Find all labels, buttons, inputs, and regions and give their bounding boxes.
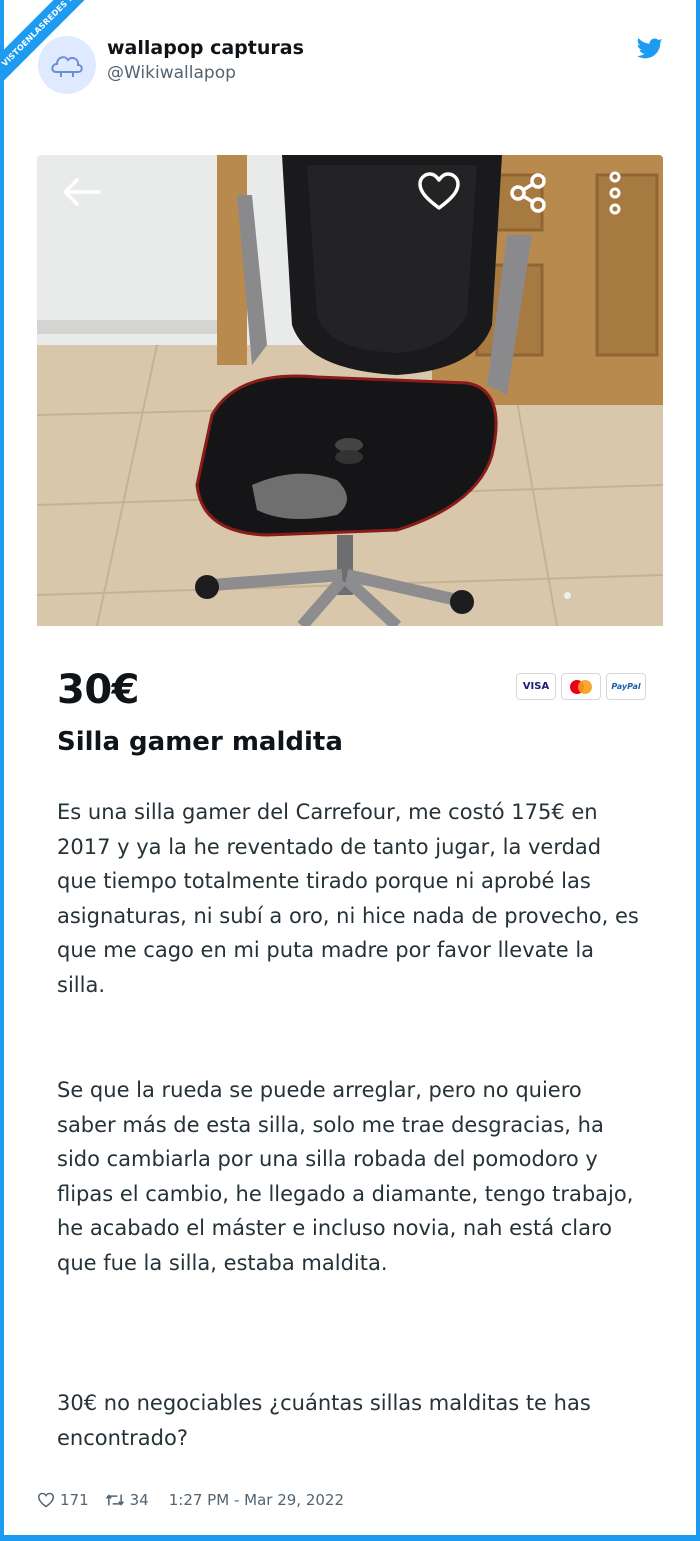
description-paragraph-2: Se que la rueda se puede arreglar, pero …	[57, 1078, 634, 1275]
heart-icon[interactable]	[417, 172, 461, 212]
arrow-left-icon[interactable]	[61, 177, 101, 207]
display-name[interactable]: wallapop capturas	[107, 37, 304, 59]
user-handle[interactable]: @Wikiwallapop	[107, 63, 236, 83]
listing-card: 30€ VISA PayPal Silla gamer maldita Es u…	[37, 155, 663, 1475]
twitter-bird-icon[interactable]	[637, 38, 663, 60]
chair-photo	[37, 155, 663, 626]
visa-label: VISA	[522, 681, 550, 692]
more-vertical-icon[interactable]	[605, 169, 625, 217]
share-icon[interactable]	[509, 173, 549, 213]
mastercard-icon	[570, 679, 592, 694]
retweet-count: 34	[129, 1491, 149, 1509]
description-paragraph-3: 30€ no negociables ¿cuántas sillas maldi…	[57, 1391, 591, 1450]
like-heart-icon[interactable]	[37, 1492, 55, 1508]
avatar[interactable]	[38, 36, 96, 94]
carousel-indicator[interactable]	[564, 592, 571, 599]
listing-price: 30€	[57, 667, 140, 713]
product-photo[interactable]	[37, 155, 663, 626]
retweet-icon[interactable]	[105, 1492, 125, 1508]
description-paragraph-1: Es una silla gamer del Carrefour, me cos…	[57, 800, 639, 997]
tweet-timestamp[interactable]: 1:27 PM - Mar 29, 2022	[169, 1491, 344, 1509]
like-count: 171	[60, 1491, 89, 1509]
cloud-logo-icon	[51, 56, 83, 77]
paypal-badge: PayPal	[606, 673, 646, 700]
tweet-footer: 171 34 1:27 PM - Mar 29, 2022	[37, 1491, 344, 1509]
paypal-label: PayPal	[611, 682, 641, 691]
mastercard-badge	[561, 673, 601, 700]
listing-title: Silla gamer maldita	[57, 727, 343, 757]
visa-badge: VISA	[516, 673, 556, 700]
